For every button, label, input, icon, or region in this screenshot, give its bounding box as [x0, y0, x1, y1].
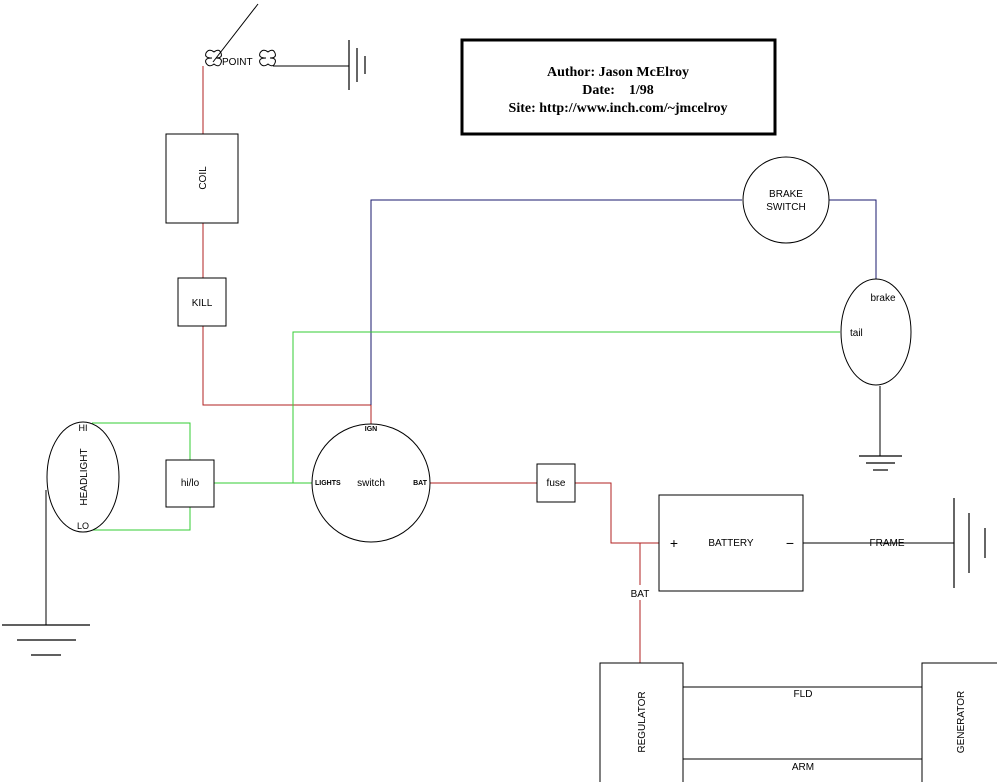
hilo-label: hi/lo — [181, 478, 200, 489]
headlight-label: HEADLIGHT — [79, 448, 90, 505]
generator: GENERATOR — [921, 662, 997, 782]
switch-label: switch — [357, 478, 385, 489]
fld-label: FLD — [794, 689, 813, 700]
ground-symbol-point — [348, 40, 366, 90]
switch-ign-label: IGN — [365, 426, 377, 433]
coil: COIL — [165, 133, 239, 224]
bat-wire-label: BAT — [631, 589, 650, 600]
coil-label: COIL — [198, 166, 209, 190]
ground-symbol-headlight — [2, 624, 90, 656]
battery-plus-label: + — [670, 535, 678, 551]
point-label: POINT — [222, 57, 253, 68]
wire-fuse-to-battery — [575, 482, 659, 544]
author-text: Author: Jason McElroy — [547, 65, 689, 80]
taillight-tail-label: tail — [850, 328, 863, 339]
battery-label: BATTERY — [708, 538, 754, 549]
ground-symbol-frame — [953, 498, 986, 588]
wire-switch-to-brake-switch — [370, 199, 742, 405]
generator-label: GENERATOR — [956, 691, 967, 753]
taillight-brake-label: brake — [870, 293, 895, 304]
regulator: REGULATOR — [599, 662, 684, 782]
site-text: Site: http://www.inch.com/~jmcelroy — [509, 101, 728, 116]
taillight: brake tail — [840, 278, 912, 386]
fuse-label: fuse — [547, 478, 566, 489]
switch-lights-label: LIGHTS — [315, 480, 341, 487]
ground-symbol-taillight — [859, 455, 902, 471]
ignition-switch: IGN LIGHTS switch BAT — [311, 423, 431, 543]
wire-brake-switch-to-taillight — [829, 199, 877, 279]
kill-switch: KILL — [177, 277, 227, 327]
point-arm — [212, 3, 259, 63]
headlight-hi-label: HI — [79, 423, 88, 433]
brake-switch: BRAKE SWITCH — [742, 156, 830, 244]
date-text: Date: 1/98 — [582, 83, 654, 98]
brake-switch-label-1: BRAKE — [769, 189, 803, 200]
frame-label: FRAME — [870, 538, 905, 549]
hilo-switch: hi/lo — [165, 459, 215, 508]
battery-minus-label: − — [786, 535, 794, 551]
switch-bat-label: BAT — [413, 480, 428, 487]
battery: + BATTERY − — [658, 494, 804, 592]
wiring-diagram: POINT Author: Jason McElroy Date: 1/98 S… — [2, 3, 997, 782]
point-left-terminal — [205, 49, 222, 67]
wire-kill-to-switch — [202, 326, 372, 424]
title-block: Author: Jason McElroy Date: 1/98 Site: h… — [460, 38, 777, 136]
regulator-label: REGULATOR — [637, 691, 648, 752]
fuse: fuse — [536, 463, 576, 503]
headlight-lo-label: LO — [77, 521, 89, 531]
brake-switch-label-2: SWITCH — [766, 202, 805, 213]
arm-label: ARM — [792, 762, 814, 773]
headlight: HI HEADLIGHT LO — [46, 421, 120, 533]
kill-label: KILL — [192, 298, 213, 309]
point-right-terminal — [259, 49, 276, 67]
point-contact: POINT — [205, 3, 276, 68]
